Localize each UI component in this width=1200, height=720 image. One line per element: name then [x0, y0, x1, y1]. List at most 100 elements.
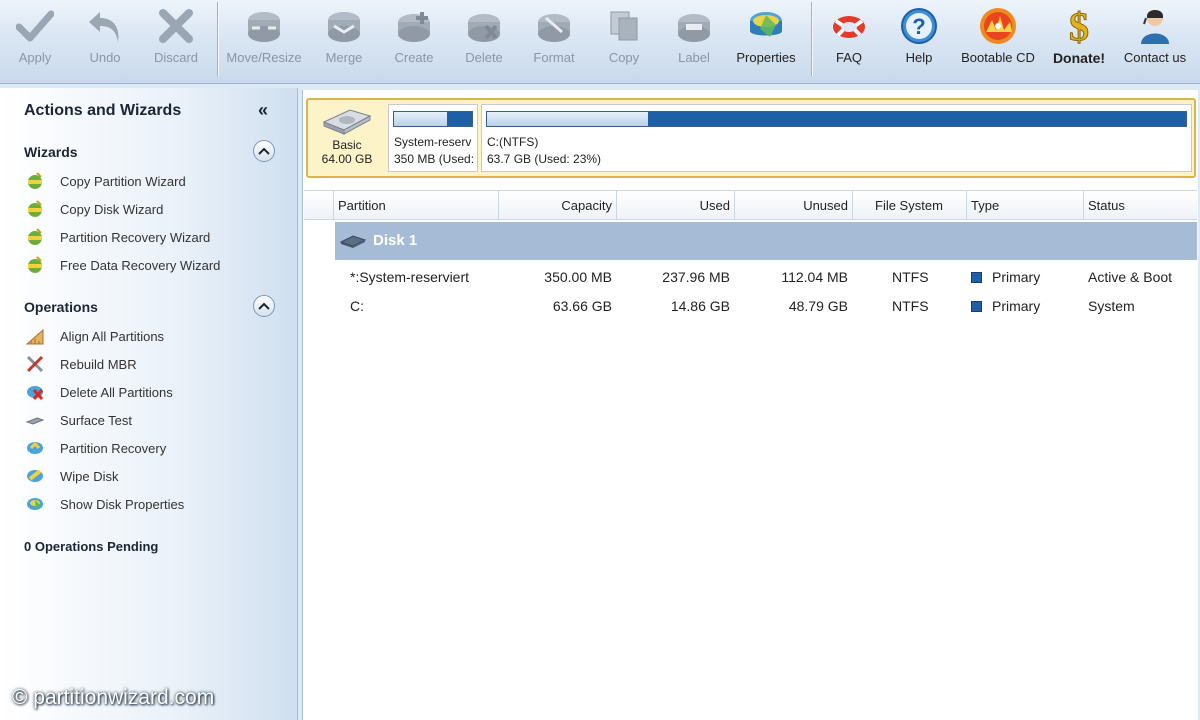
toolbar: Apply Undo Discard Move/Resize Merge Cre…	[0, 0, 1200, 84]
op-rebuild-mbr[interactable]: Rebuild MBR	[24, 353, 137, 375]
disk-basic-label: Basic	[332, 138, 362, 152]
cell-type: Primary	[971, 292, 1040, 321]
toolbar-separator	[811, 2, 812, 76]
contact-person-icon	[1135, 6, 1175, 46]
dollar-icon: $	[1059, 6, 1099, 46]
operations-collapse-button[interactable]	[253, 295, 275, 317]
table-row[interactable]: *:System-reserviert 350.00 MB 237.96 MB …	[304, 263, 1197, 292]
primary-type-icon	[971, 272, 982, 283]
header-capacity[interactable]: Capacity	[499, 191, 617, 220]
move-resize-button[interactable]: Move/Resize	[226, 0, 302, 78]
sidebar-title: Actions and Wizards	[24, 102, 182, 119]
disk-row-label: Disk 1	[373, 232, 418, 249]
discard-button[interactable]: Discard	[150, 0, 202, 78]
svg-text:?: ?	[912, 14, 925, 39]
wipe-disk-icon	[24, 465, 46, 487]
donate-button[interactable]: $ Donate!	[1048, 0, 1110, 78]
wizard-free-data-recovery[interactable]: Free Data Recovery Wizard	[24, 254, 220, 276]
properties-disk-icon	[746, 6, 786, 46]
chevron-up-icon	[258, 147, 270, 155]
merge-button[interactable]: Merge	[320, 0, 368, 78]
disk-properties-icon	[24, 493, 46, 515]
operations-heading: Operations	[24, 299, 98, 315]
create-button[interactable]: Create	[390, 0, 438, 78]
watermark: © partitionwizard.com	[12, 686, 215, 709]
partition-usage-bar	[393, 111, 473, 127]
cell-filesystem: NTFS	[892, 269, 929, 285]
wizard-wand-icon	[24, 170, 46, 192]
delete-disk-icon	[24, 381, 46, 403]
partition-usage-unused	[394, 112, 448, 126]
label-disk-icon	[674, 6, 714, 46]
x-icon	[156, 6, 196, 46]
surface-test-icon	[24, 409, 46, 431]
op-wipe-disk[interactable]: Wipe Disk	[24, 465, 119, 487]
op-show-disk-properties[interactable]: Show Disk Properties	[24, 493, 184, 515]
create-disk-icon	[394, 6, 434, 46]
diskmap-partition-system-reserved[interactable]: System-reserv 350 MB (Used:	[388, 104, 478, 172]
wizard-wand-icon	[24, 198, 46, 220]
collapse-sidebar-icon[interactable]: «	[258, 100, 268, 121]
disk-row[interactable]: Disk 1	[335, 222, 1197, 260]
wizard-copy-partition[interactable]: Copy Partition Wizard	[24, 170, 186, 192]
merge-disk-icon	[324, 6, 364, 46]
table-row[interactable]: C: 63.66 GB 14.86 GB 48.79 GB NTFS Prima…	[304, 292, 1197, 321]
partition-table-header: Partition Capacity Used Unused File Syst…	[304, 190, 1197, 220]
label-button[interactable]: Label	[670, 0, 718, 78]
apply-button[interactable]: Apply	[10, 0, 60, 78]
cell-type: Primary	[971, 263, 1040, 292]
svg-text:$: $	[1069, 6, 1089, 46]
operations-pending: 0 Operations Pending	[24, 539, 159, 554]
cell-capacity: 350.00 MB	[544, 269, 612, 285]
copy-pages-icon	[604, 6, 644, 46]
cell-status: Active & Boot	[1088, 269, 1173, 285]
header-unused[interactable]: Unused	[735, 191, 853, 220]
disk-map[interactable]: Basic 64.00 GB System-reserv 350 MB (Use…	[306, 98, 1196, 178]
format-button[interactable]: Format	[530, 0, 578, 78]
checkmark-icon	[15, 6, 55, 46]
header-partition[interactable]: Partition	[334, 191, 499, 220]
disk-icon	[339, 235, 367, 248]
cell-status: System	[1088, 298, 1135, 314]
copy-button[interactable]: Copy	[600, 0, 648, 78]
wizard-wand-icon	[24, 226, 46, 248]
hard-disk-icon	[320, 104, 374, 138]
toolbar-separator	[217, 2, 218, 76]
main-panel: Basic 64.00 GB System-reserv 350 MB (Use…	[302, 90, 1198, 720]
op-surface-test[interactable]: Surface Test	[24, 409, 132, 431]
contact-button[interactable]: Contact us	[1122, 0, 1188, 78]
cell-partition: *:System-reserviert	[350, 269, 470, 285]
wizard-copy-disk[interactable]: Copy Disk Wizard	[24, 198, 163, 220]
delete-button[interactable]: Delete	[460, 0, 508, 78]
help-button[interactable]: ? Help	[898, 0, 940, 78]
header-used[interactable]: Used	[617, 191, 735, 220]
disk-basic-size: 64.00 GB	[321, 152, 373, 166]
wizard-partition-recovery[interactable]: Partition Recovery Wizard	[24, 226, 210, 248]
header-status[interactable]: Status	[1084, 191, 1197, 220]
diskmap-partition-c[interactable]: C:(NTFS) 63.7 GB (Used: 23%)	[481, 104, 1192, 172]
faq-button[interactable]: FAQ	[828, 0, 870, 78]
align-ruler-icon	[24, 325, 46, 347]
op-delete-all-partitions[interactable]: Delete All Partitions	[24, 381, 173, 403]
primary-type-icon	[971, 301, 982, 312]
partition-usage-bar	[486, 111, 1187, 127]
op-align-all-partitions[interactable]: Align All Partitions	[24, 325, 164, 347]
wizards-heading: Wizards	[24, 144, 78, 160]
undo-button[interactable]: Undo	[80, 0, 130, 78]
properties-button[interactable]: Properties	[734, 0, 798, 78]
partition-recovery-icon	[24, 437, 46, 459]
cell-unused: 48.79 GB	[788, 298, 848, 314]
disk-basic-block[interactable]: Basic 64.00 GB	[312, 104, 382, 174]
wizards-collapse-button[interactable]	[253, 140, 275, 162]
header-type[interactable]: Type	[967, 191, 1084, 220]
delete-disk-icon	[464, 6, 504, 46]
bootable-cd-icon	[978, 6, 1018, 46]
op-partition-recovery[interactable]: Partition Recovery	[24, 437, 166, 459]
header-filesystem[interactable]: File System	[853, 191, 967, 220]
lifebuoy-icon	[829, 6, 869, 46]
cell-used: 237.96 MB	[662, 269, 730, 285]
wizard-wand-icon	[24, 254, 46, 276]
cell-unused: 112.04 MB	[781, 269, 848, 285]
header-spacer	[304, 191, 334, 220]
bootable-cd-button[interactable]: Bootable CD	[960, 0, 1036, 78]
